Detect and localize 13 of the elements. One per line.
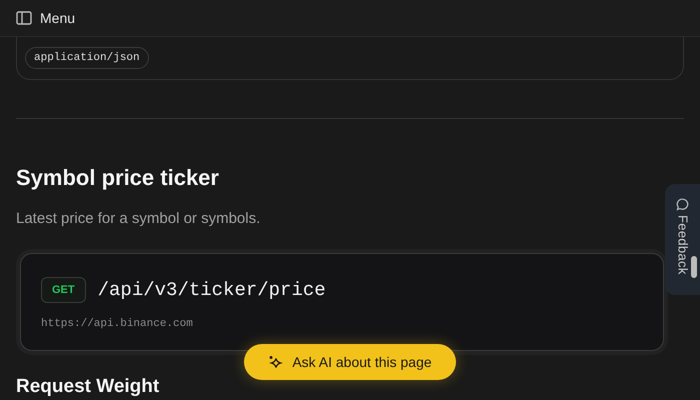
- sparkle-icon: [268, 354, 284, 370]
- feedback-tab[interactable]: Feedback: [665, 184, 700, 295]
- sidebar-icon[interactable]: [16, 11, 32, 25]
- scrollbar-thumb[interactable]: [691, 256, 697, 278]
- ask-ai-button[interactable]: Ask AI about this page: [244, 344, 456, 380]
- section-heading: Symbol price ticker: [16, 164, 220, 192]
- chat-bubble-icon: [676, 198, 689, 211]
- section-heading: Request Weight: [16, 374, 160, 398]
- method-badge: GET: [41, 276, 86, 303]
- base-url: https://api.binance.com: [41, 317, 194, 332]
- content-type-tag: application/json: [25, 46, 149, 70]
- endpoint-path: /api/v3/ticker/price: [98, 278, 326, 302]
- menu-button[interactable]: Menu: [40, 8, 76, 28]
